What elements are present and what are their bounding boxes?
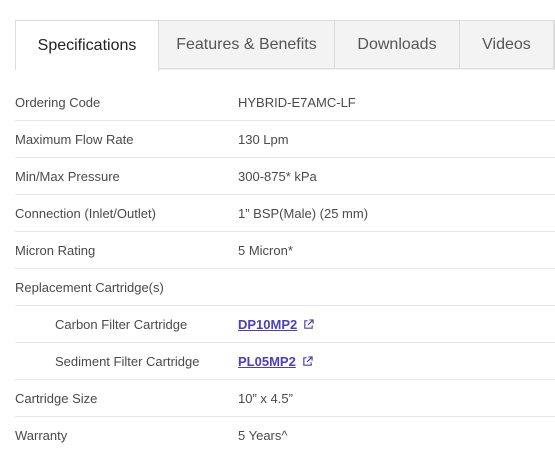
spec-label: Maximum Flow Rate (15, 120, 238, 158)
table-row: Maximum Flow Rate 130 Lpm (15, 120, 555, 158)
table-row: Cartridge Size 10” x 4.5” (15, 379, 555, 417)
spec-value: 1” BSP(Male) (25 mm) (238, 194, 555, 232)
spec-value: DP10MP2 (238, 305, 555, 343)
tab-specifications[interactable]: Specifications (16, 21, 159, 71)
spec-value: 10” x 4.5” (238, 379, 555, 417)
spec-value: 130 Lpm (238, 120, 555, 158)
table-row: Sediment Filter Cartridge PL05MP2 (15, 342, 555, 380)
spec-value: PL05MP2 (238, 342, 555, 380)
spec-label: Replacement Cartridge(s) (15, 268, 238, 306)
external-link-icon[interactable] (303, 318, 314, 330)
tab-downloads[interactable]: Downloads (335, 21, 460, 69)
specifications-table: Ordering Code HYBRID-E7AMC-LF Maximum Fl… (15, 84, 555, 451)
table-row: Min/Max Pressure 300-875* kPa (15, 157, 555, 195)
table-row: Carbon Filter Cartridge DP10MP2 (15, 305, 555, 343)
tab-divider (158, 68, 555, 69)
spec-label: Micron Rating (15, 231, 238, 269)
spec-label: Cartridge Size (15, 379, 238, 417)
spec-label: Ordering Code (15, 84, 238, 121)
spec-value (238, 268, 555, 306)
spec-label: Warranty (15, 427, 68, 443)
tab-videos[interactable]: Videos (460, 21, 554, 69)
sediment-cartridge-link[interactable]: PL05MP2 (238, 354, 296, 369)
spec-value: HYBRID-E7AMC-LF (238, 84, 555, 121)
carbon-cartridge-link[interactable]: DP10MP2 (238, 317, 297, 332)
table-row: Connection (Inlet/Outlet) 1” BSP(Male) (… (15, 194, 555, 232)
table-row: Micron Rating 5 Micron* (15, 231, 555, 269)
spec-value: 5 Years^ (238, 427, 288, 443)
spec-label: Min/Max Pressure (15, 157, 238, 195)
spec-value: 300-875* kPa (238, 157, 555, 195)
spec-sublabel: Carbon Filter Cartridge (15, 305, 238, 343)
tab-bar: Specifications Features & Benefits Downl… (15, 20, 555, 71)
external-link-icon[interactable] (302, 355, 313, 367)
spec-label: Connection (Inlet/Outlet) (15, 194, 238, 232)
table-row: Replacement Cartridge(s) (15, 268, 555, 306)
spec-value: 5 Micron* (238, 231, 555, 269)
spec-sublabel: Sediment Filter Cartridge (15, 342, 238, 380)
tab-features-benefits[interactable]: Features & Benefits (159, 21, 335, 69)
table-row: Warranty 5 Years^ (15, 417, 555, 451)
table-row: Ordering Code HYBRID-E7AMC-LF (15, 84, 555, 121)
